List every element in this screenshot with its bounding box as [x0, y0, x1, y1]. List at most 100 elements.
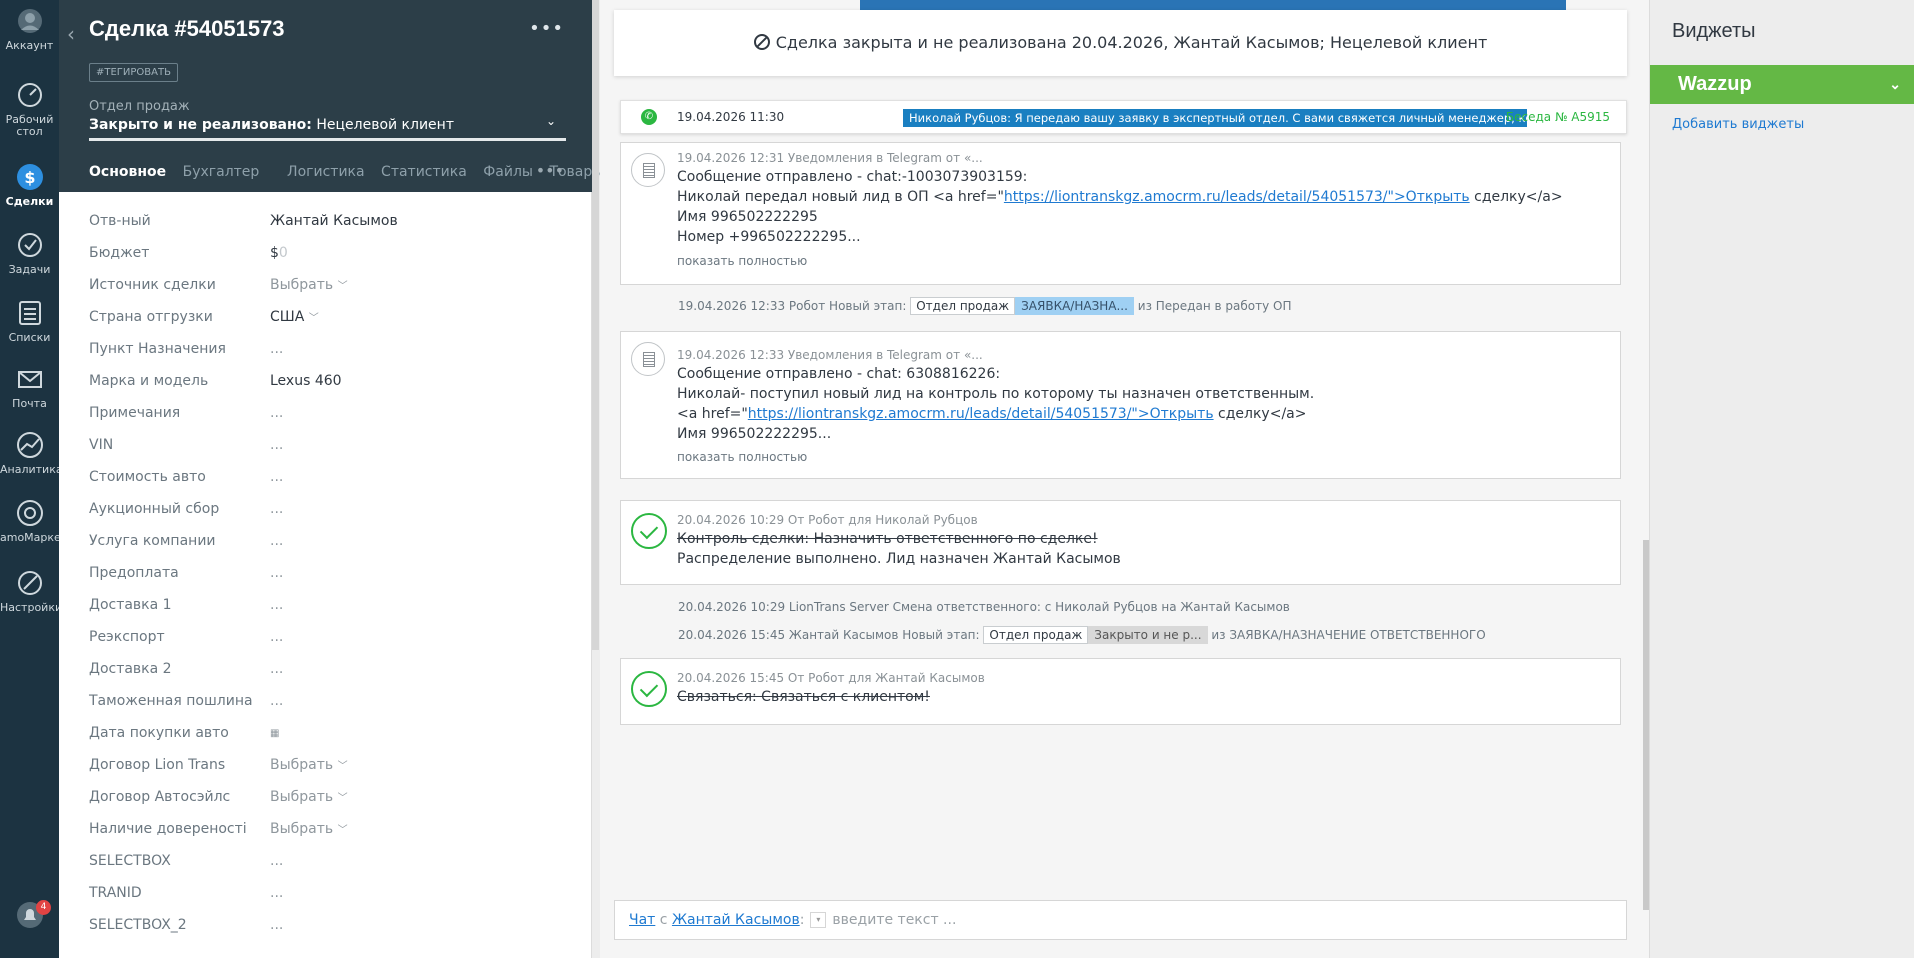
activity-feed: Сделка закрыта и не реализована 20.04.20…: [600, 0, 1649, 958]
tab-files[interactable]: Файлы: [483, 164, 533, 180]
dashboard-icon: [17, 83, 42, 107]
mail-icon: [17, 371, 42, 388]
field-notes: Примечания...: [89, 405, 284, 421]
tab-logistics[interactable]: Логистика: [287, 164, 365, 180]
previous-message-strip: [860, 0, 1566, 10]
field-contract-lion-trans: Договор Lion Trans Выбрать ﹀: [89, 757, 348, 773]
nav-deals[interactable]: $ Сделки: [0, 162, 59, 208]
whatsapp-message-row[interactable]: ✆ 19.04.2026 11:30 Николай Рубцов: Я пер…: [620, 100, 1627, 134]
task-completed-1: 20.04.2026 10:29 От Робот для Николай Ру…: [620, 500, 1621, 585]
note-icon: [631, 342, 665, 376]
tasks-icon: [17, 233, 42, 257]
status-prefix: Закрыто и не реализовано:: [89, 117, 312, 133]
analytics-icon: [16, 432, 43, 458]
whatsapp-message[interactable]: Николай Рубцов: Я передаю вашу заявку в …: [903, 109, 1527, 127]
field-delivery-1: Доставка 1...: [89, 597, 284, 613]
show-more-link[interactable]: показать полностью: [677, 450, 807, 464]
chat-recipient-link[interactable]: Жантай Касымов: [672, 912, 800, 928]
field-tranid: TRANID...: [89, 885, 284, 901]
back-arrow-icon[interactable]: ‹: [67, 22, 75, 46]
check-icon: [631, 671, 667, 707]
field-prepayment: Предоплата...: [89, 565, 284, 581]
chevron-down-icon: ﹀: [337, 281, 348, 292]
responsible-change-event: 20.04.2026 10:29 LionTrans Server Смена …: [678, 600, 1290, 614]
nav-mail[interactable]: Почта: [0, 364, 59, 410]
chevron-down-icon: ﹀: [337, 793, 348, 804]
field-power-of-attorney: Наличие довереності Выбрать ﹀: [89, 821, 348, 837]
check-icon: [631, 513, 667, 549]
chevron-down-icon: ﹀: [337, 761, 348, 772]
stage-change-event-2: 20.04.2026 15:45 Жантай Касымов Новый эт…: [678, 626, 1486, 644]
chat-input-bar: Чат с Жантай Касымов: ▾ введите текст ...: [614, 900, 1627, 940]
nav-account[interactable]: Аккаунт: [0, 6, 59, 52]
chat-input[interactable]: введите текст ...: [832, 912, 956, 928]
field-customs-duty: Таможенная пошлина...: [89, 693, 284, 709]
wazzup-widget[interactable]: Wazzup ⌄: [1650, 65, 1914, 104]
widgets-panel: Виджеты Wazzup ⌄ Добавить виджеты: [1649, 0, 1914, 958]
field-source: Источник сделки Выбрать ﹀: [89, 277, 348, 293]
lists-icon: [18, 301, 41, 325]
chat-type-link[interactable]: Чат: [629, 912, 655, 928]
widgets-title: Виджеты: [1672, 20, 1756, 42]
chevron-down-icon: ﹀: [308, 313, 319, 324]
lead-link[interactable]: https://liontranskgz.amocrm.ru/leads/det…: [1004, 189, 1470, 205]
field-contract-autosales: Договор Автосэйлс Выбрать ﹀: [89, 789, 348, 805]
telegram-note-1: 19.04.2026 12:31 Уведомления в Telegram …: [620, 142, 1621, 285]
left-navigation: Аккаунт Рабочий стол $ Сделки Задачи Спи…: [0, 0, 59, 958]
field-car-price: Стоимость авто...: [89, 469, 284, 485]
whatsapp-icon: ✆: [641, 109, 657, 125]
closed-deal-banner: Сделка закрыта и не реализована 20.04.20…: [614, 10, 1627, 76]
deal-card-header: ‹ Сделка #54051573 ••• #ТЕГИРОВАТЬ Отдел…: [59, 0, 603, 192]
field-purchase-date: Дата покупки авто ▦: [89, 725, 280, 741]
field-destination: Пункт Назначения...: [89, 341, 284, 357]
field-vin: VIN...: [89, 437, 284, 453]
field-reexport: Реэкспорт...: [89, 629, 284, 645]
field-country: Страна отгрузки США ﹀: [89, 309, 319, 325]
more-menu-icon[interactable]: •••: [529, 18, 564, 39]
conversation-link[interactable]: Беседа № A5915: [1506, 110, 1610, 124]
telegram-note-2: 19.04.2026 12:33 Уведомления в Telegram …: [620, 331, 1621, 479]
chevron-down-icon: ﹀: [337, 825, 348, 836]
field-delivery-2: Доставка 2...: [89, 661, 284, 677]
status-reason: Нецелевой клиент: [316, 117, 454, 133]
show-more-link[interactable]: показать полностью: [677, 254, 807, 268]
nav-notifications[interactable]: 4: [0, 900, 59, 934]
tab-statistics[interactable]: Статистика: [381, 164, 467, 180]
notification-badge: 4: [36, 900, 51, 915]
chevron-down-icon[interactable]: ⌄: [546, 114, 556, 128]
nav-market[interactable]: amoМаркет: [0, 498, 59, 544]
deals-icon: $: [16, 164, 43, 190]
nav-dashboard[interactable]: Рабочий стол: [0, 80, 59, 138]
field-responsible: Отв-ный Жантай Касымов: [89, 213, 398, 229]
tab-main[interactable]: Основное: [89, 164, 166, 180]
status-progress-line: [89, 138, 566, 141]
calendar-icon[interactable]: ▦: [270, 728, 279, 739]
nav-lists[interactable]: Списки: [0, 298, 59, 344]
deal-title: Сделка #54051573: [89, 16, 285, 41]
closed-icon: [753, 34, 770, 50]
field-company-service: Услуга компании...: [89, 533, 284, 549]
nav-settings[interactable]: Настройки: [0, 568, 59, 614]
add-widgets-link[interactable]: Добавить виджеты: [1672, 117, 1804, 132]
deal-card-panel: ‹ Сделка #54051573 ••• #ТЕГИРОВАТЬ Отдел…: [59, 0, 603, 958]
stage-change-event-1: 19.04.2026 12:33 Робот Новый этап: Отдел…: [678, 297, 1292, 315]
nav-tasks[interactable]: Задачи: [0, 230, 59, 276]
chevron-down-icon[interactable]: ▾: [810, 912, 827, 928]
field-model: Марка и модель Lexus 460: [89, 373, 342, 389]
tab-accounting[interactable]: Бухгалтер: [183, 164, 271, 180]
nav-analytics[interactable]: Аналитика: [0, 430, 59, 476]
market-icon: [16, 500, 43, 526]
deal-fields: Отв-ный Жантай Касымов Бюджет $0 Источник …: [89, 210, 569, 946]
card-scrollbar[interactable]: [592, 0, 599, 650]
tabs-more-icon[interactable]: •••: [536, 161, 564, 180]
svg-text:$: $: [24, 168, 35, 187]
field-selectbox: SELECTBOX...: [89, 853, 284, 869]
task-completed-2: 20.04.2026 15:45 От Робот для Жантай Кас…: [620, 658, 1621, 725]
chevron-down-icon: ⌄: [1889, 76, 1901, 92]
lead-link[interactable]: https://liontranskgz.amocrm.ru/leads/det…: [748, 406, 1214, 422]
account-icon: [17, 9, 42, 33]
field-auction-fee: Аукционный сбор...: [89, 501, 284, 517]
tag-button[interactable]: #ТЕГИРОВАТЬ: [89, 63, 178, 82]
status-select[interactable]: Закрыто и не реализовано: Нецелевой клие…: [89, 117, 454, 133]
note-icon: [631, 153, 665, 187]
